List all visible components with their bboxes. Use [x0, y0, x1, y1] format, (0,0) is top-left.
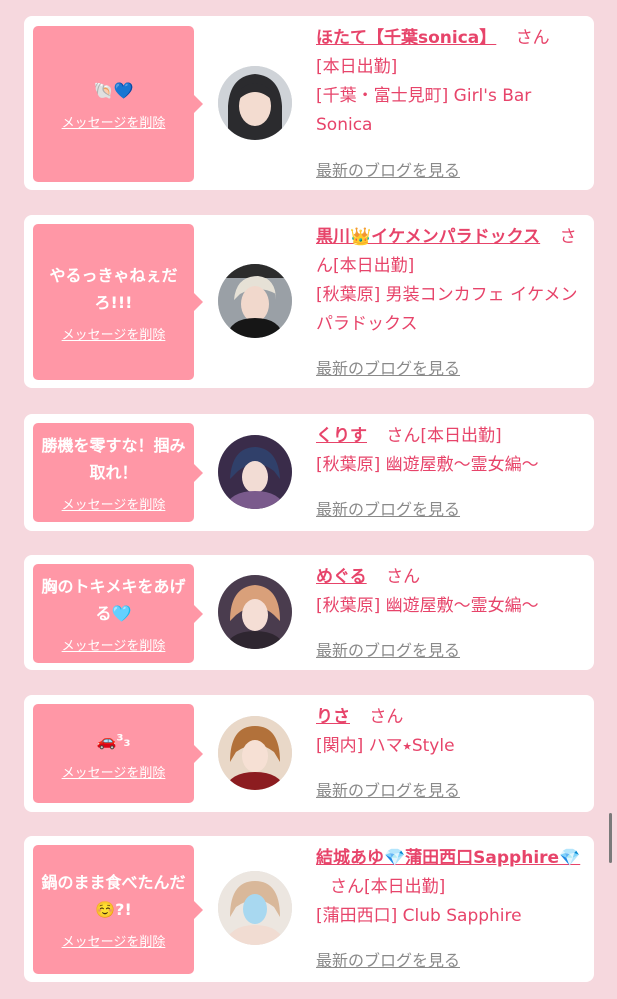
work-status: [本日出勤] [316, 57, 398, 77]
latest-blog-link[interactable]: 最新のブログを見る [316, 947, 460, 971]
profile-photo-icon [218, 575, 292, 649]
latest-blog-link[interactable]: 最新のブログを見る [316, 496, 460, 520]
sender-info: 黒川👑イケメンパラドックス さん[本日出勤] [秋葉原] 男装コンカフェ イケメ… [316, 223, 588, 339]
message-card: やるっきゃねぇだろ!!! メッセージを削除 黒川👑イケメンパラドックス さん[本… [24, 215, 594, 388]
message-bubble: 胸のトキメキをあげる🩵 メッセージを削除 [33, 564, 203, 663]
delete-message-link[interactable]: メッセージを削除 [62, 931, 166, 950]
profile-photo-icon [218, 435, 292, 509]
avatar[interactable] [218, 716, 292, 790]
profile-photo-icon [218, 66, 292, 140]
avatar[interactable] [218, 435, 292, 509]
message-card: 鍋のまま食べたんだ☺️?! メッセージを削除 結城あゆ💎蒲田西口Sapphire… [24, 836, 594, 982]
message-card: 胸のトキメキをあげる🩵 メッセージを削除 めぐる さん [秋葉原] 幽遊屋敷〜霊… [24, 555, 594, 670]
avatar[interactable] [218, 575, 292, 649]
delete-message-link[interactable]: メッセージを削除 [62, 324, 166, 343]
latest-blog-link[interactable]: 最新のブログを見る [316, 355, 460, 379]
message-card: 勝機を零すな！掴み取れ！ メッセージを削除 くりす さん[本日出勤] [秋葉原]… [24, 414, 594, 531]
latest-blog-link[interactable]: 最新のブログを見る [316, 637, 460, 661]
delete-message-link[interactable]: メッセージを削除 [62, 762, 166, 781]
sender-name-link[interactable]: 黒川👑イケメンパラドックス [316, 227, 540, 247]
work-status: [本日出勤] [333, 256, 415, 276]
message-text: 鍋のまま食べたんだ☺️?! [41, 873, 186, 919]
sender-name-link[interactable]: 結城あゆ💎蒲田西口Sapphire💎 [316, 848, 580, 868]
sender-info: ほたて【千葉sonica】 さん [本日出勤] [千葉・富士見町] Girl's… [316, 24, 588, 140]
avatar[interactable] [218, 264, 292, 338]
message-card: 🐚💙 メッセージを削除 ほたて【千葉sonica】 さん [本日出勤] [千葉・… [24, 16, 594, 190]
sender-name-link[interactable]: りさ [316, 707, 350, 727]
honorific: さん [386, 426, 421, 446]
latest-blog-link[interactable]: 最新のブログを見る [316, 777, 460, 801]
honorific: さん [386, 567, 421, 587]
profile-photo-icon [218, 871, 292, 945]
message-bubble: 🐚💙 メッセージを削除 [33, 26, 203, 182]
shop-location: [関内] ハマ⭑Style [316, 736, 455, 756]
sender-name-link[interactable]: ほたて【千葉sonica】 [316, 28, 496, 48]
profile-photo-icon [218, 264, 292, 338]
shop-location: [秋葉原] 幽遊屋敷〜霊女編〜 [316, 596, 539, 616]
delete-message-link[interactable]: メッセージを削除 [62, 112, 166, 131]
honorific: さん [330, 877, 364, 897]
shop-location: [秋葉原] 男装コンカフェ イケメンパラドックス [316, 285, 578, 334]
scrollbar[interactable] [609, 813, 612, 863]
sender-info: りさ さん [関内] ハマ⭑Style [316, 703, 588, 761]
sender-name-link[interactable]: くりす [316, 426, 367, 446]
message-card: 🚗³₃ メッセージを削除 りさ さん [関内] ハマ⭑Style 最新のブログを… [24, 695, 594, 812]
honorific: さん [515, 28, 550, 48]
message-text: 勝機を零すな！掴み取れ！ [41, 436, 186, 482]
message-bubble: やるっきゃねぇだろ!!! メッセージを削除 [33, 224, 203, 380]
avatar[interactable] [218, 871, 292, 945]
sender-name-link[interactable]: めぐる [316, 567, 367, 587]
message-text: 🐚💙 [93, 81, 134, 100]
message-bubble: 🚗³₃ メッセージを削除 [33, 704, 203, 803]
message-text: 胸のトキメキをあげる🩵 [41, 577, 186, 623]
profile-photo-icon [218, 716, 292, 790]
message-bubble: 勝機を零すな！掴み取れ！ メッセージを削除 [33, 423, 203, 522]
delete-message-link[interactable]: メッセージを削除 [62, 635, 166, 654]
shop-location: [蒲田西口] Club Sapphire [316, 906, 522, 926]
avatar[interactable] [218, 66, 292, 140]
shop-location: [千葉・富士見町] Girl's Bar Sonica [316, 86, 532, 135]
honorific: さん [369, 707, 404, 727]
shop-location: [秋葉原] 幽遊屋敷〜霊女編〜 [316, 455, 539, 475]
work-status: [本日出勤] [420, 426, 502, 446]
latest-blog-link[interactable]: 最新のブログを見る [316, 157, 460, 181]
message-text: やるっきゃねぇだろ!!! [49, 265, 178, 312]
work-status: [本日出勤] [364, 877, 446, 897]
sender-info: めぐる さん [秋葉原] 幽遊屋敷〜霊女編〜 [316, 563, 588, 621]
message-bubble: 鍋のまま食べたんだ☺️?! メッセージを削除 [33, 845, 203, 974]
message-text: 🚗³₃ [96, 730, 131, 750]
sender-info: 結城あゆ💎蒲田西口Sapphire💎 さん[本日出勤] [蒲田西口] Club … [316, 844, 588, 931]
sender-info: くりす さん[本日出勤] [秋葉原] 幽遊屋敷〜霊女編〜 [316, 422, 588, 480]
delete-message-link[interactable]: メッセージを削除 [62, 494, 166, 513]
